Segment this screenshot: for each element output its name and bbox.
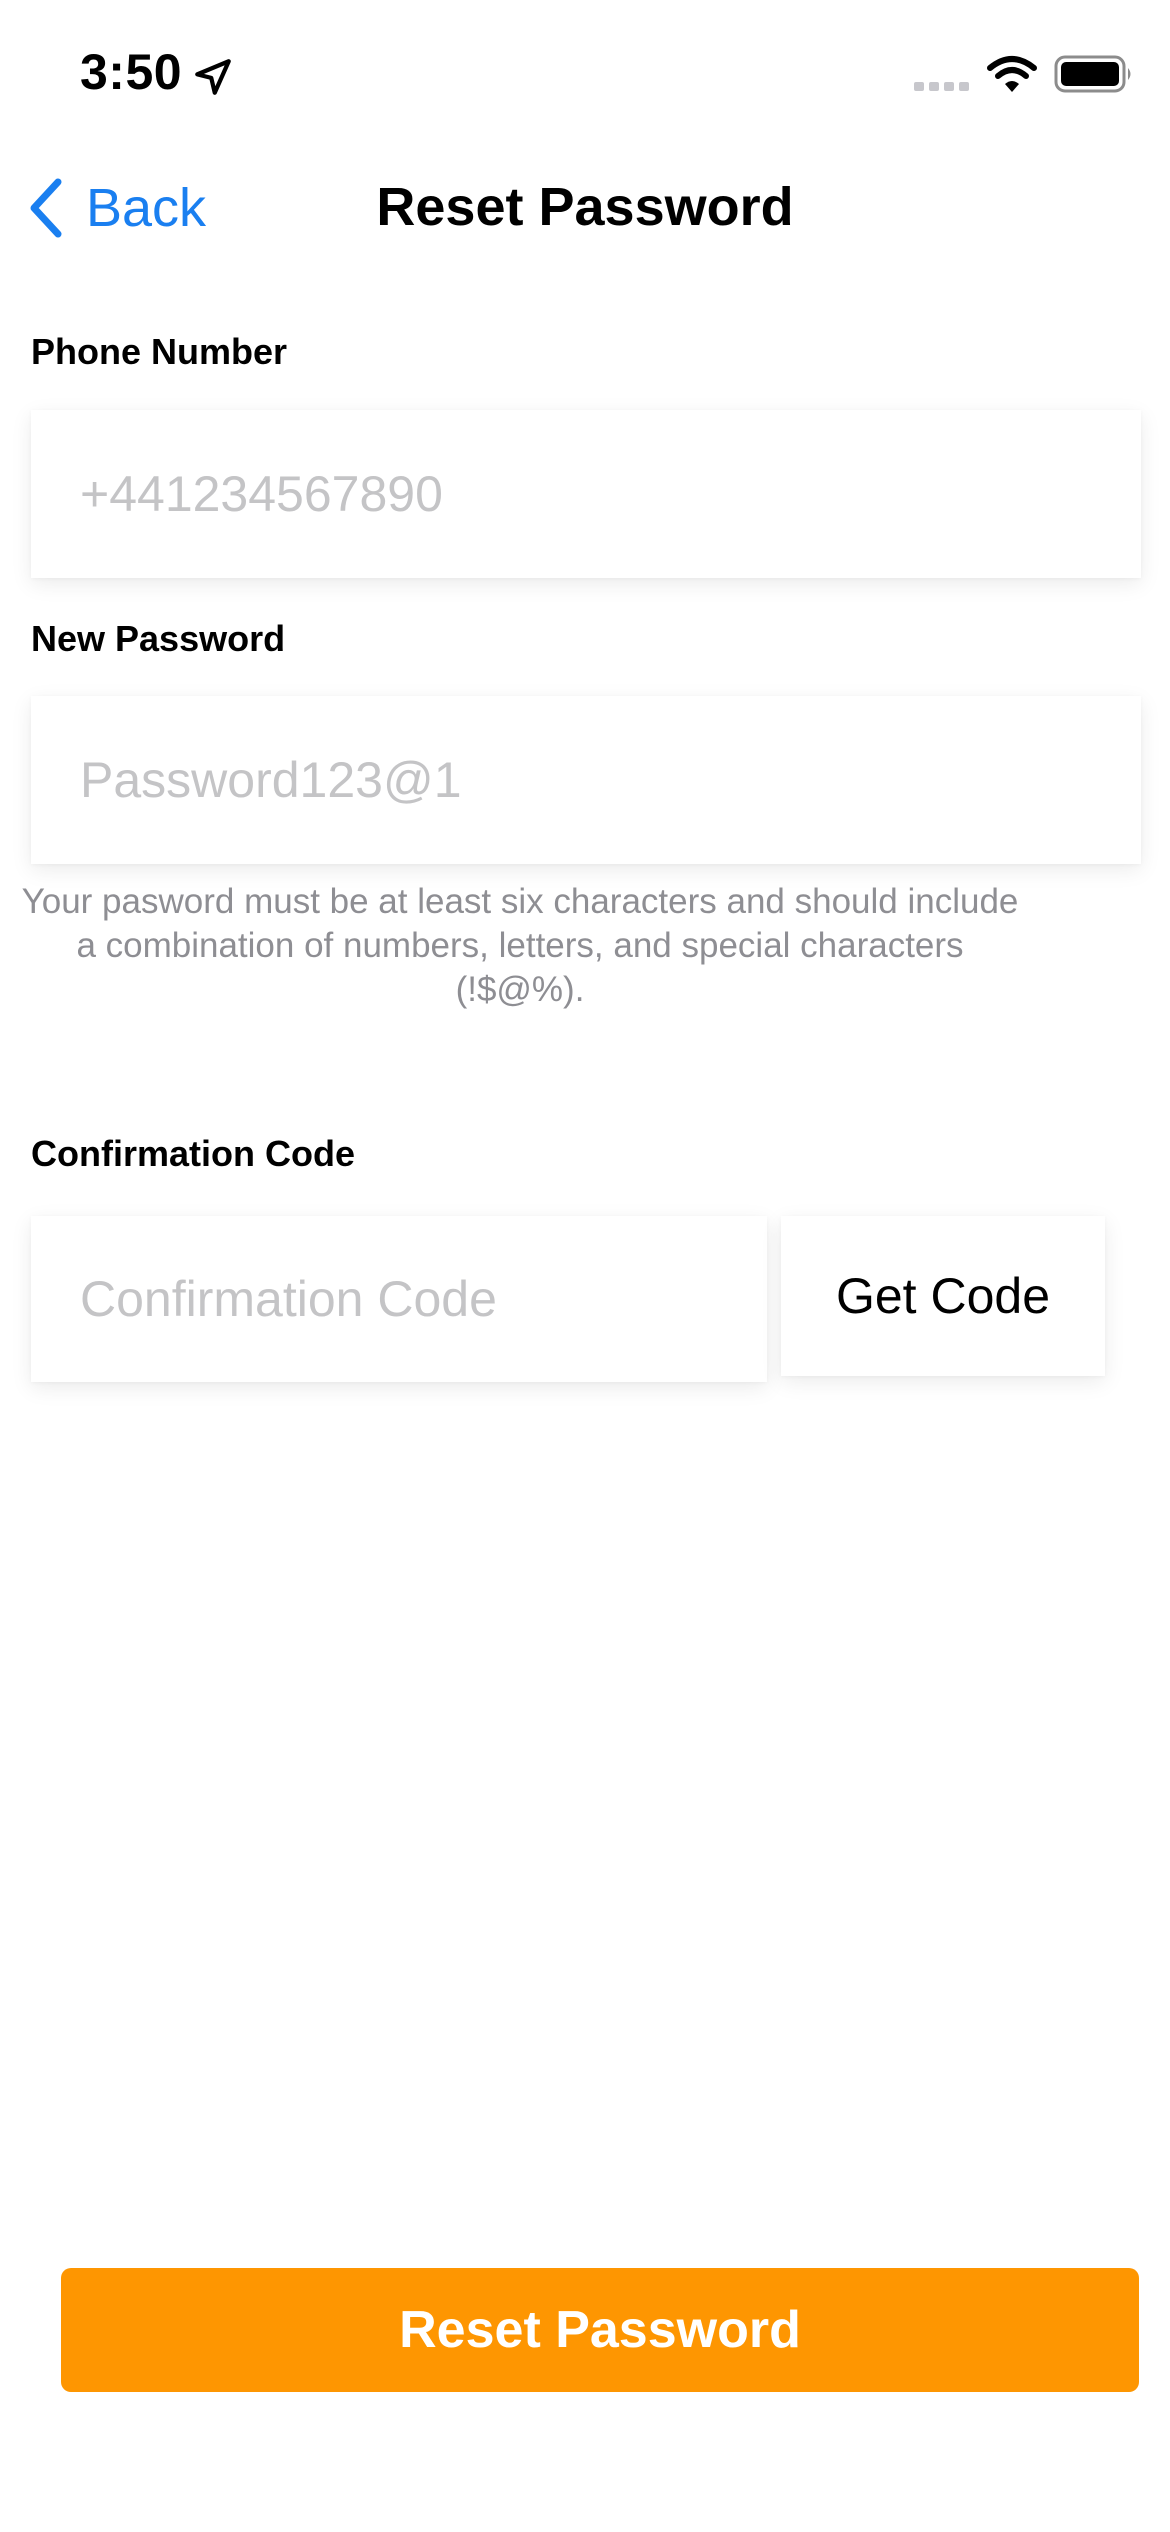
phone-input[interactable] — [31, 410, 1141, 578]
confirmation-code-label: Confirmation Code — [31, 1133, 355, 1174]
status-time: 3:50 — [80, 44, 183, 100]
page-title: Reset Password — [376, 177, 794, 237]
status-bar: 3:50 — [0, 0, 1170, 150]
reset-password-button[interactable]: Reset Password — [61, 2268, 1139, 2392]
new-password-input-container — [31, 696, 1141, 864]
new-password-label: New Password — [31, 618, 286, 659]
cellular-signal-icon — [914, 82, 969, 91]
new-password-input[interactable] — [31, 696, 1141, 864]
phone-input-container — [31, 410, 1141, 578]
reset-password-screen: 3:50 Back Reset Password Phone Number +4… — [0, 0, 1170, 2532]
password-hint: Your pasword must be at least six charac… — [21, 882, 1019, 1009]
confirmation-code-input[interactable] — [31, 1216, 767, 1382]
location-arrow-icon — [195, 59, 231, 95]
get-code-button[interactable]: Get Code — [781, 1216, 1105, 1376]
wifi-icon — [987, 56, 1037, 92]
phone-label: Phone Number — [31, 331, 288, 372]
battery-icon — [1054, 55, 1131, 93]
confirmation-code-input-container — [31, 1216, 767, 1382]
